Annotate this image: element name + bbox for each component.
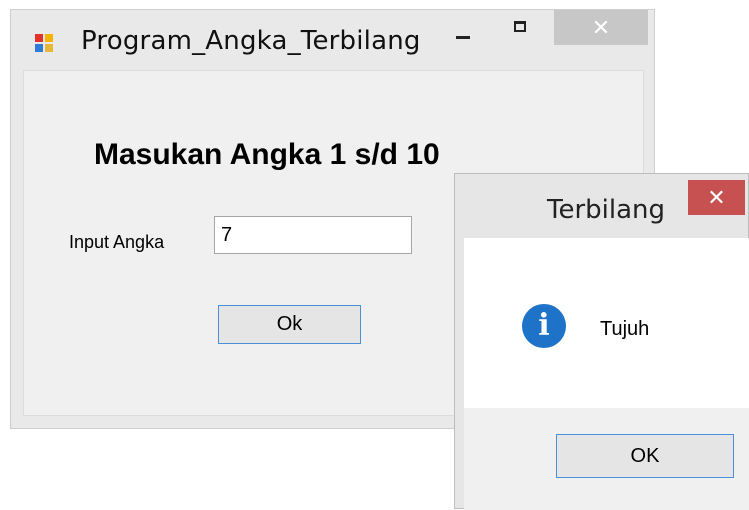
ok-button[interactable]: Ok (218, 305, 361, 344)
message-text: Tujuh (600, 318, 650, 340)
input-label: Input Angka (69, 232, 165, 252)
message-box-close-button[interactable]: ✕ (688, 180, 745, 215)
message-footer: OK (464, 408, 749, 510)
title-bar[interactable]: Program_Angka_Terbilang ✕ (11, 10, 654, 68)
maximize-button[interactable] (514, 21, 526, 32)
heading: Masukan Angka 1 s/d 10 (94, 138, 440, 171)
message-box-title: Terbilang (547, 195, 666, 225)
number-input[interactable] (214, 216, 412, 254)
close-button[interactable]: ✕ (554, 10, 648, 45)
message-box: Terbilang ✕ i Tujuh OK (454, 173, 749, 510)
message-body: i Tujuh (464, 238, 749, 408)
minimize-button[interactable] (456, 36, 470, 39)
window-title: Program_Angka_Terbilang (81, 26, 421, 56)
message-ok-button[interactable]: OK (556, 434, 734, 478)
app-icon (35, 34, 53, 52)
info-icon: i (522, 304, 566, 348)
